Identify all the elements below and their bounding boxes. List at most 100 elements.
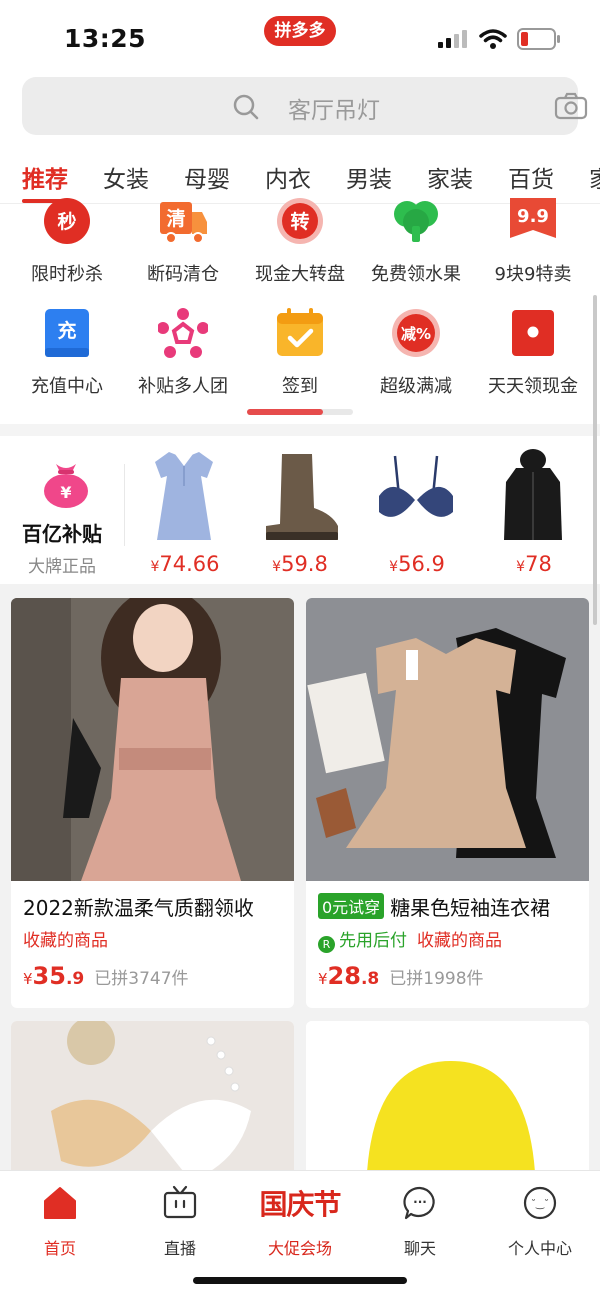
status-bar: 13:25 拼多多 [0,0,600,70]
flash-sale-icon: 秒 [44,198,90,244]
nav-promo-venue[interactable]: 国庆节 大促会场 [240,1181,360,1261]
subsidy-subtitle: 大牌正品 [28,557,96,577]
grid-label: 9块9特卖 [494,264,572,285]
nav-chat[interactable]: ··· 聊天 [360,1181,480,1261]
grid-label: 签到 [282,376,318,397]
svg-text:充: 充 [57,319,76,342]
grid-label: 超级满减 [380,376,452,397]
product-photo-lingerie [11,1021,294,1181]
product-price-line: ¥28.8 已拼1998件 [318,962,484,990]
grid-item-flash-sale[interactable]: 秒 限时秒杀 [9,198,125,290]
tab-baby[interactable]: 母婴 [184,160,230,194]
tab-mens[interactable]: 男装 [346,160,392,194]
grid-label: 补贴多人团 [138,376,228,397]
tab-underwear[interactable]: 内衣 [265,160,311,194]
grid-label: 限时秒杀 [31,264,103,285]
grid-label: 天天领现金 [488,376,578,397]
grid-item-group-subsidy[interactable]: 补贴多人团 [125,308,241,398]
product-title: 0元试穿 糖果色短袖连衣裙 [318,892,584,921]
svg-text:转: 转 [290,210,309,233]
grid-item-spin-wheel[interactable]: 转 现金大转盘 [242,198,358,290]
tab-more[interactable]: 家 [589,160,600,194]
trial-badge: 0元试穿 [318,893,385,919]
subsidy-deal[interactable]: ¥56.9 [365,446,469,582]
grid-item-recharge[interactable]: 充 充值中心 [9,308,125,398]
nine-nine-icon: 9.9 [510,198,556,238]
fruit-tree-icon [394,201,438,242]
search-icon [233,94,259,120]
chat-icon: ··· [403,1186,435,1220]
wifi-icon [479,29,507,49]
grid-item-nine-nine[interactable]: 9.9 9块9特卖 [475,198,591,290]
svg-text:秒: 秒 [57,210,76,233]
calendar-check-icon [277,308,323,356]
product-card[interactable]: 2022新款温柔气质翻领收 收藏的商品 ¥35.9 已拼3747件 [11,598,294,1008]
grid-label: 断码清仓 [147,264,219,285]
subsidy-separator [124,464,125,546]
section-divider [0,424,600,436]
subsidy-title: 百亿补贴 [22,522,102,546]
app-screen: 13:25 拼多多 客厅吊灯 推荐 女装 母婴 内衣 男装 家装 百货 秒 限时… [0,0,600,1297]
coat-thumbnail [504,449,562,540]
home-indicator[interactable] [193,1277,407,1284]
page-scrollbar[interactable] [593,295,597,625]
product-photo-tshirt-dress [306,598,589,881]
signal-icon [438,30,467,48]
svg-text:减%: 减% [401,325,431,343]
grid-item-free-fruit[interactable]: 免费领水果 [358,201,474,290]
product-title: 2022新款温柔气质翻领收 [23,896,254,920]
clearance-truck-icon: 清 [160,202,207,244]
deal-price: ¥56.9 [389,552,445,576]
svg-text:···: ··· [413,1195,427,1209]
group-subsidy-icon [158,308,208,358]
tab-recommend[interactable]: 推荐 [22,160,68,194]
nav-label: 聊天 [403,1239,436,1258]
profile-icon: ˘‿˘ [523,1186,557,1220]
grid-item-clearance[interactable]: 清 断码清仓 [125,202,241,290]
search-input[interactable]: 客厅吊灯 [288,91,380,125]
search-bar[interactable]: 客厅吊灯 [22,77,588,135]
grid-item-super-discount[interactable]: 减% 超级满减 [358,308,474,398]
money-bag-icon: ¥ [44,464,88,508]
product-card[interactable] [11,1021,294,1181]
deal-price: ¥59.8 [272,552,328,576]
billion-subsidy-strip[interactable]: ¥ 百亿补贴 大牌正品 ¥74.66 ¥59.8 ¥56.9 ¥78 [0,436,600,584]
grid-item-daily-cash[interactable]: 天天领现金 [475,308,591,398]
camera-icon[interactable] [554,92,588,120]
brand-badge: 拼多多 [264,16,336,46]
grid-label: 现金大转盘 [255,264,345,285]
product-photo-yellow-hat [306,1021,589,1181]
svg-text:9.9: 9.9 [517,206,549,227]
tab-home-decor[interactable]: 家装 [427,160,473,194]
grid-item-check-in[interactable]: 签到 [242,308,358,398]
discount-icon: 减% [392,309,440,357]
subsidy-deal[interactable]: ¥78 [482,446,586,582]
recharge-icon: 充 [45,309,89,357]
red-envelope-icon [512,310,554,356]
tv-icon [163,1185,197,1219]
subsidy-deal[interactable]: ¥74.66 [133,446,237,582]
nav-home[interactable]: 首页 [0,1181,120,1261]
subsidy-deal[interactable]: ¥59.8 [248,446,352,582]
pay-later-label: R 先用后付 [318,931,407,953]
grid-scroll-thumb [247,409,323,415]
svg-text:¥: ¥ [60,483,71,502]
deal-price: ¥74.66 [150,552,220,576]
product-tag: R 先用后付 收藏的商品 [318,926,502,953]
boot-thumbnail [266,454,338,540]
dress-thumbnail [155,452,213,540]
nav-profile[interactable]: ˘‿˘ 个人中心 [480,1181,600,1261]
nav-label: 直播 [163,1239,196,1258]
product-price-line: ¥35.9 已拼3747件 [23,962,189,990]
home-icon [44,1187,76,1219]
national-day-banner: 国庆节 [259,1188,341,1221]
pay-later-icon: R [318,936,335,953]
nav-live[interactable]: 直播 [120,1181,240,1261]
product-card[interactable] [306,1021,589,1181]
svg-text:˘‿˘: ˘‿˘ [531,1198,549,1210]
tab-womens[interactable]: 女装 [103,160,149,194]
product-card[interactable]: 0元试穿 糖果色短袖连衣裙 R 先用后付 收藏的商品 ¥28.8 已拼1998件 [306,598,589,1008]
tab-general[interactable]: 百货 [508,160,554,194]
nav-label: 个人中心 [507,1239,572,1258]
grid-label: 充值中心 [31,376,103,397]
